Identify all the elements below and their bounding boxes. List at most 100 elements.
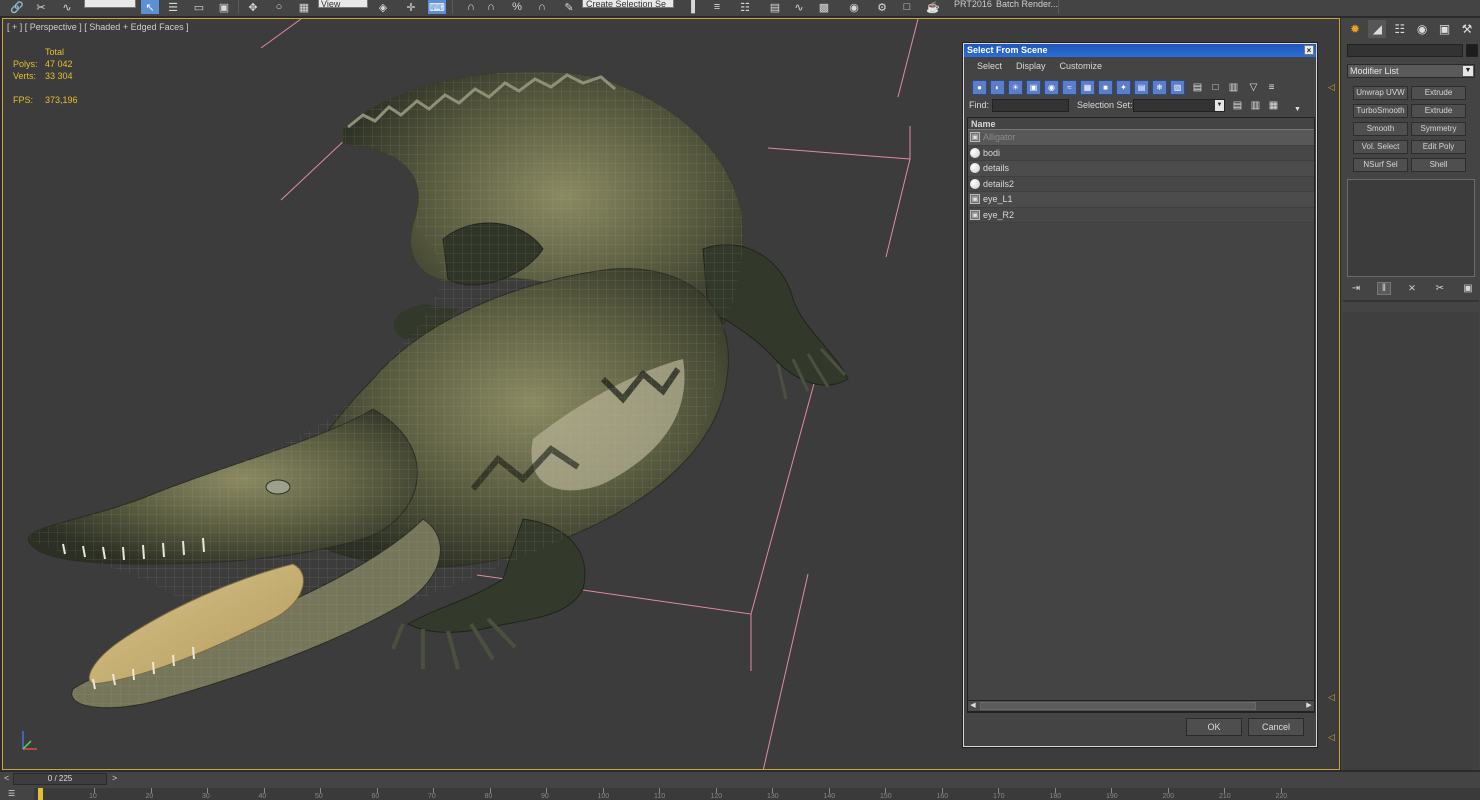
menu-customize[interactable]: Customize — [1060, 61, 1103, 71]
remove-from-selection-set-icon[interactable]: ▦ — [1266, 98, 1281, 113]
list-item[interactable]: details — [968, 161, 1314, 177]
selection-filter-dropdown[interactable] — [84, 0, 136, 8]
add-to-selection-set-icon[interactable]: ▥ — [1248, 98, 1263, 113]
modifier-button[interactable]: Smooth — [1353, 122, 1408, 136]
create-tab-icon[interactable]: ✹ — [1346, 20, 1364, 38]
select-manipulate-icon[interactable]: ✛ — [402, 0, 420, 14]
dialog-titlebar[interactable]: Select From Scene × — [964, 44, 1316, 57]
column-header-name[interactable]: Name — [968, 118, 1314, 130]
list-item[interactable]: bodi — [968, 145, 1314, 161]
modifier-button[interactable]: Symmetry — [1411, 122, 1466, 136]
modify-tab-icon[interactable]: ◢ — [1368, 20, 1387, 38]
track-bar-icon[interactable]: ☰ — [8, 789, 26, 799]
track-bar[interactable]: 10 20 30 40 50 60 70 80 90 100 110 120 130 140 150 160 1… — [34, 788, 1480, 800]
bind-space-warp-icon[interactable]: ∿ — [58, 0, 76, 14]
named-selection-set-dropdown[interactable]: Create Selection Se — [582, 0, 674, 9]
display-geometry-icon[interactable]: ● — [972, 80, 987, 95]
make-unique-icon[interactable]: ⨯ — [1405, 282, 1419, 295]
link-icon[interactable]: 🔗 — [8, 0, 26, 14]
scroll-left-icon[interactable]: ◀ — [968, 701, 978, 711]
list-item[interactable]: details2 — [968, 176, 1314, 192]
time-slider[interactable]: 0 / 225 — [13, 773, 107, 785]
display-groups-icon[interactable]: ▦ — [1080, 80, 1095, 95]
display-tab-icon[interactable]: ▣ — [1436, 20, 1454, 38]
filter-options-icon[interactable]: ≡ — [1264, 80, 1279, 95]
display-space-warps-icon[interactable]: ≈ — [1062, 80, 1077, 95]
modifier-button[interactable]: Extrude — [1411, 104, 1466, 118]
object-name-field[interactable] — [1347, 44, 1463, 57]
configure-modifier-sets-icon[interactable]: ▣ — [1461, 282, 1475, 295]
region-select-icon[interactable]: ▭ — [190, 0, 208, 14]
show-end-result-icon[interactable]: ‖ — [1377, 281, 1391, 295]
list-item[interactable]: ▣ eye_R2 — [968, 207, 1314, 223]
render-production-icon[interactable]: ☕ — [924, 0, 942, 14]
chevron-down-icon[interactable]: ▼ — [1463, 66, 1473, 76]
chevron-down-icon[interactable]: ▼ — [1215, 100, 1224, 111]
select-object-icon[interactable]: ↖ — [141, 0, 159, 14]
remove-modifier-icon[interactable]: ✂ — [1433, 282, 1447, 295]
toggle-ribbon-icon[interactable]: ▤ — [766, 0, 784, 14]
layer-manager-icon[interactable]: ☷ — [736, 0, 754, 14]
pivot-icon[interactable]: ◈ — [374, 0, 392, 14]
selection-set-dropdown[interactable]: ▼ — [1133, 99, 1225, 112]
display-all-icon[interactable]: ▤ — [1190, 80, 1205, 95]
display-bones-icon[interactable]: ✦ — [1116, 80, 1131, 95]
close-icon[interactable]: × — [1304, 45, 1314, 55]
pin-stack-icon[interactable]: ⇥ — [1349, 282, 1363, 295]
modifier-button[interactable]: Vol. Select — [1353, 140, 1408, 154]
scale-icon[interactable]: ▦ — [295, 0, 313, 14]
modifier-button[interactable]: Unwrap UVW — [1353, 86, 1408, 100]
utilities-tab-icon[interactable]: ⚒ — [1458, 20, 1476, 38]
menu-display[interactable]: Display — [1016, 61, 1046, 71]
modifier-button[interactable]: Edit Poly — [1411, 140, 1466, 154]
modifier-button[interactable]: NSurf Sel — [1353, 158, 1408, 172]
batch-render-label[interactable]: Batch Render... — [996, 0, 1058, 9]
unlink-icon[interactable]: ✂ — [32, 0, 50, 14]
rendered-frame-icon[interactable]: □ — [898, 0, 916, 14]
prt-label[interactable]: PRT2016 — [954, 0, 992, 9]
toolbar-expand-icon[interactable]: ▼ — [1290, 102, 1305, 117]
hierarchy-tab-icon[interactable]: ☷ — [1391, 20, 1409, 38]
display-cameras-icon[interactable]: ▣ — [1026, 80, 1041, 95]
list-item[interactable]: ▣ Alligator — [968, 130, 1314, 146]
reference-coordinate-dropdown[interactable]: View — [318, 0, 368, 9]
current-frame-marker[interactable] — [38, 788, 43, 800]
time-slider-next[interactable]: > — [112, 773, 117, 783]
display-none-icon[interactable]: □ — [1208, 80, 1223, 95]
display-hidden-icon[interactable]: ▧ — [1170, 80, 1185, 95]
curve-editor-icon[interactable]: ∿ — [790, 0, 808, 14]
mirror-icon[interactable]: ▐ — [682, 0, 700, 14]
display-lights-icon[interactable]: ☀ — [1008, 80, 1023, 95]
filter-icon[interactable]: ▽ — [1246, 80, 1261, 95]
modifier-button[interactable]: TurboSmooth — [1353, 104, 1408, 118]
modifier-button[interactable]: Extrude — [1411, 86, 1466, 100]
list-item[interactable]: ▣ eye_L1 — [968, 192, 1314, 208]
time-slider-prev[interactable]: < — [4, 773, 9, 783]
keyboard-shortcut-icon[interactable]: ⌨ — [428, 0, 446, 14]
select-by-name-icon[interactable]: ☰ — [164, 0, 182, 14]
window-crossing-icon[interactable]: ▣ — [215, 0, 233, 14]
create-selection-set-icon[interactable]: ▤ — [1230, 98, 1245, 113]
display-frozen-icon[interactable]: ❄ — [1152, 80, 1167, 95]
rotate-icon[interactable]: ○ — [270, 0, 288, 14]
modifier-list-dropdown[interactable]: Modifier List ▼ — [1347, 64, 1475, 78]
percent-snap-icon[interactable]: % — [508, 0, 526, 14]
angle-snap-icon[interactable]: ∩ — [482, 0, 500, 14]
scrollbar-thumb[interactable] — [980, 702, 1256, 710]
object-color-swatch[interactable] — [1466, 44, 1478, 57]
spinner-snap-icon[interactable]: ∩ — [533, 0, 551, 14]
display-shapes-icon[interactable]: ◐ — [990, 80, 1005, 95]
display-containers-icon[interactable]: ▤ — [1134, 80, 1149, 95]
display-xrefs-icon[interactable]: ■ — [1098, 80, 1113, 95]
modifier-stack[interactable] — [1347, 179, 1475, 277]
display-invert-icon[interactable]: ▥ — [1226, 80, 1241, 95]
align-icon[interactable]: ≡ — [708, 0, 726, 14]
move-icon[interactable]: ✥ — [244, 0, 262, 14]
modifier-button[interactable]: Shell — [1411, 158, 1466, 172]
horizontal-scrollbar[interactable]: ◀ ▶ — [967, 700, 1315, 712]
edit-named-sets-icon[interactable]: ✎ — [560, 0, 578, 14]
find-input[interactable] — [992, 99, 1069, 112]
viewport-label[interactable]: [ + ] [ Perspective ] [ Shaded + Edged F… — [7, 22, 189, 32]
menu-select[interactable]: Select — [977, 61, 1002, 71]
ok-button[interactable]: OK — [1186, 718, 1242, 736]
